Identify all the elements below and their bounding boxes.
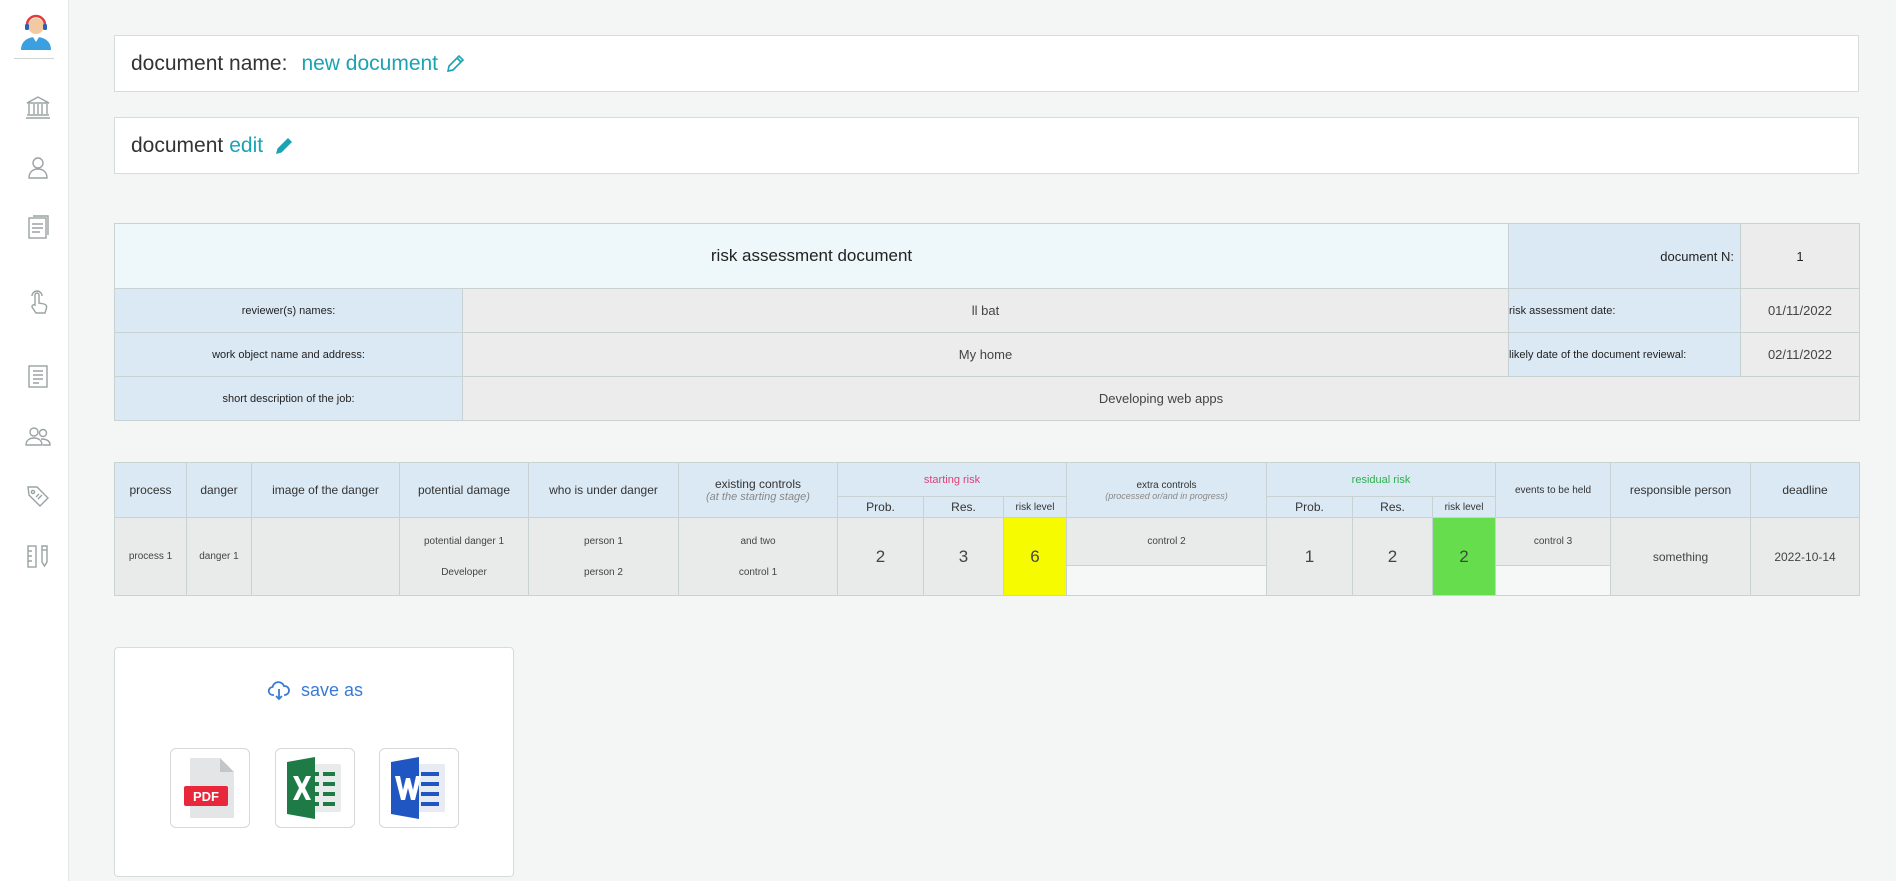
cell-events-add[interactable] (1495, 565, 1612, 596)
export-excel-button[interactable] (275, 748, 355, 828)
review-date-label: likely date of the document reviewal: (1508, 332, 1741, 377)
group-icon[interactable] (24, 422, 52, 450)
header-start-level: risk level (1002, 496, 1068, 518)
header-res-level: risk level (1432, 496, 1497, 518)
assessment-date-value[interactable]: 01/11/2022 (1740, 288, 1860, 333)
cell-damage[interactable]: potential danger 1 Developer (399, 517, 529, 596)
cloud-download-icon (267, 681, 290, 701)
sidebar (0, 0, 69, 881)
cell-events[interactable]: control 3 (1495, 517, 1612, 566)
cell-res-level: 2 (1432, 517, 1497, 596)
header-res-res: Res. (1352, 496, 1434, 518)
cell-responsible[interactable]: something (1610, 517, 1752, 596)
header-controls-label: existing controls (714, 477, 802, 491)
export-pdf-button[interactable]: PDF (170, 748, 250, 828)
cell-extra-control[interactable]: control 2 (1066, 517, 1268, 566)
document-info-table: risk assessment document document N: 1 r… (114, 223, 1860, 421)
excel-icon (287, 757, 341, 819)
pdf-icon: PDF (184, 758, 234, 818)
job-description-label: short description of the job: (114, 376, 463, 421)
cell-image[interactable] (251, 517, 400, 596)
header-residual-risk: residual risk (1266, 462, 1497, 497)
pencil-icon[interactable] (444, 53, 466, 75)
header-extra-controls-label: extra controls (1136, 479, 1197, 491)
header-starting-risk: starting risk (836, 462, 1068, 497)
risk-table: process danger image of the danger poten… (114, 462, 1861, 596)
export-word-button[interactable] (379, 748, 459, 828)
touch-icon[interactable] (24, 288, 52, 316)
header-controls: existing controls (at the starting stage… (678, 462, 838, 518)
document-title: risk assessment document (114, 223, 1509, 289)
save-as-header: save as (115, 678, 515, 702)
word-icon (391, 757, 445, 819)
save-as-label: save as (300, 679, 364, 700)
reviewers-value[interactable]: ll bat (462, 288, 1509, 333)
header-extra-controls-sub: (processed or/and in progress) (1105, 490, 1228, 501)
cell-controls[interactable]: and two control 1 (678, 517, 838, 596)
work-object-value[interactable]: My home (462, 332, 1509, 377)
save-as-panel: save as PDF (114, 647, 514, 877)
avatar-icon[interactable] (17, 12, 55, 50)
who-item: person 2 (584, 566, 623, 578)
bank-icon[interactable] (24, 93, 52, 121)
user-icon[interactable] (24, 153, 52, 181)
job-description-value[interactable]: Developing web apps (462, 376, 1860, 421)
notes-icon[interactable] (24, 362, 52, 390)
header-who: who is under danger (528, 462, 679, 518)
document-edit-link[interactable]: edit (229, 134, 263, 158)
cell-start-prob[interactable]: 2 (837, 517, 924, 596)
header-image: image of the danger (251, 462, 400, 518)
header-process: process (114, 462, 187, 518)
tag-icon[interactable] (24, 482, 52, 510)
tools-icon[interactable] (24, 542, 52, 570)
work-object-label: work object name and address: (114, 332, 463, 377)
cell-res-prob[interactable]: 1 (1266, 517, 1354, 596)
header-res-prob: Prob. (1266, 496, 1354, 518)
header-events: events to be held (1495, 462, 1612, 518)
document-number-label: document N: (1508, 223, 1741, 289)
control-item: control 1 (738, 566, 778, 578)
document-name-panel: document name: new document (114, 35, 1859, 92)
cell-deadline[interactable]: 2022-10-14 (1750, 517, 1861, 596)
document-edit-prefix: document (131, 133, 224, 157)
control-item: and two (740, 535, 776, 547)
document-name-label: document name: (131, 51, 288, 75)
svg-text:PDF: PDF (193, 789, 219, 804)
header-responsible: responsible person (1610, 462, 1752, 518)
header-extra-controls: extra controls (processed or/and in prog… (1066, 462, 1268, 518)
who-item: person 1 (584, 535, 623, 547)
document-list-icon[interactable] (24, 213, 52, 241)
cell-who[interactable]: person 1 person 2 (528, 517, 679, 596)
document-number-value[interactable]: 1 (1740, 223, 1860, 289)
review-date-value[interactable]: 02/11/2022 (1740, 332, 1860, 377)
header-start-prob: Prob. (837, 496, 924, 518)
sidebar-separator (14, 58, 54, 59)
reviewers-label: reviewer(s) names: (114, 288, 463, 333)
header-start-res: Res. (923, 496, 1004, 518)
cell-res-res[interactable]: 2 (1352, 517, 1434, 596)
cell-start-level: 6 (1002, 517, 1068, 596)
document-edit-panel: document edit (114, 117, 1859, 174)
damage-item: potential danger 1 (423, 535, 505, 547)
pencil-icon[interactable] (273, 135, 295, 157)
cell-start-res[interactable]: 3 (923, 517, 1004, 596)
header-controls-sub: (at the starting stage) (706, 491, 810, 503)
cell-extra-control-add[interactable] (1066, 565, 1268, 596)
header-damage: potential damage (399, 462, 529, 518)
header-deadline: deadline (1750, 462, 1861, 518)
document-name-value[interactable]: new document (301, 52, 438, 76)
assessment-date-label: risk assessment date: (1508, 288, 1741, 333)
cell-process[interactable]: process 1 (114, 517, 187, 596)
cell-danger[interactable]: danger 1 (186, 517, 252, 596)
damage-item: Developer (441, 566, 487, 578)
header-danger: danger (186, 462, 252, 518)
